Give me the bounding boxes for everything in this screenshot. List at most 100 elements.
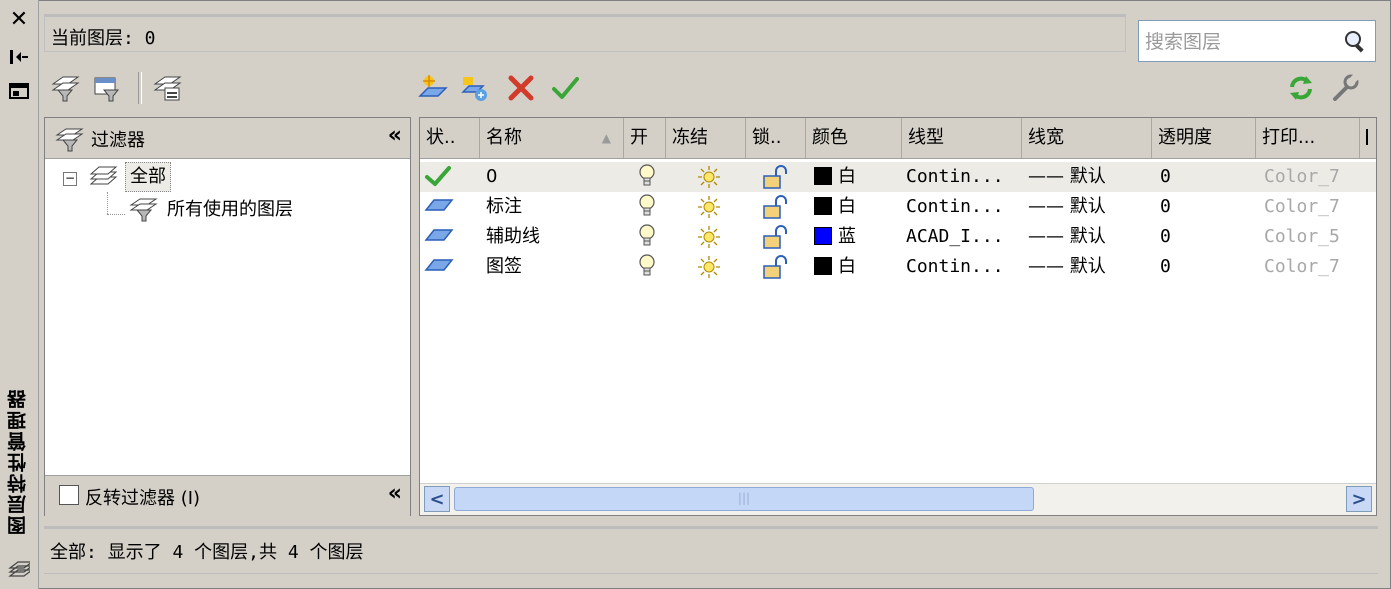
status-bar: 全部: 显示了 4 个图层,共 4 个图层 bbox=[44, 526, 1378, 574]
layer-name[interactable]: 图签 bbox=[486, 252, 522, 282]
tree-line bbox=[107, 192, 109, 214]
layer-lineweight[interactable]: —— 默认 bbox=[1028, 192, 1106, 222]
layer-status-icon[interactable] bbox=[424, 254, 454, 284]
search-placeholder: 搜索图层 bbox=[1145, 31, 1222, 53]
layer-row[interactable]: 图签 白 Contin... —— 默认 0 Color_7 bbox=[420, 252, 1376, 282]
lightbulb-on-icon[interactable] bbox=[638, 223, 656, 253]
layer-plot-style[interactable]: Color_5 bbox=[1264, 222, 1340, 252]
layer-row[interactable]: 0 白 Contin... —— 默认 0 Color_7 bbox=[420, 162, 1376, 192]
layer-states-manager-button[interactable] bbox=[150, 70, 184, 106]
column-plot-style[interactable]: 打印... bbox=[1256, 118, 1360, 158]
layer-transparency[interactable]: 0 bbox=[1160, 252, 1171, 282]
color-name: 白 bbox=[838, 256, 856, 277]
layer-linetype[interactable]: Contin... bbox=[906, 252, 1004, 282]
column-overflow[interactable] bbox=[1360, 118, 1376, 158]
invert-filter-label[interactable]: 反转过滤器 (I) bbox=[85, 484, 200, 510]
color-name: 白 bbox=[838, 196, 856, 217]
layer-linetype[interactable]: ACAD_I... bbox=[906, 222, 1004, 252]
new-layer-vp-frozen-icon[interactable] bbox=[458, 70, 492, 106]
layer-color[interactable]: 白 bbox=[814, 162, 856, 192]
color-swatch bbox=[814, 227, 832, 245]
tree-item-used-layers[interactable]: 所有使用的图层 bbox=[167, 196, 293, 224]
unlock-icon[interactable] bbox=[762, 254, 790, 284]
delete-layer-icon[interactable] bbox=[504, 70, 538, 106]
unlock-icon[interactable] bbox=[762, 194, 790, 224]
color-name: 蓝 bbox=[838, 226, 856, 247]
current-layer-check-icon[interactable] bbox=[424, 164, 452, 194]
invert-filter-checkbox[interactable] bbox=[59, 485, 79, 505]
sun-thawed-icon[interactable] bbox=[696, 164, 722, 194]
unlock-icon[interactable] bbox=[762, 224, 790, 254]
layer-status-icon[interactable] bbox=[424, 194, 454, 224]
color-swatch bbox=[814, 167, 832, 185]
search-icon[interactable] bbox=[1343, 29, 1367, 53]
sun-thawed-icon[interactable] bbox=[696, 194, 722, 224]
layer-row[interactable]: 标注 白 Contin... —— 默认 0 Color_7 bbox=[420, 192, 1376, 222]
layer-name[interactable]: 0 bbox=[486, 162, 497, 192]
collapse-filter-button[interactable]: « bbox=[388, 123, 402, 148]
window-title: 图层特性管理器 bbox=[7, 388, 29, 535]
lightbulb-on-icon[interactable] bbox=[638, 193, 656, 223]
layer-lineweight[interactable]: —— 默认 bbox=[1028, 222, 1106, 252]
column-transparency[interactable]: 透明度 bbox=[1152, 118, 1256, 158]
refresh-icon[interactable] bbox=[1284, 70, 1318, 106]
column-freeze[interactable]: 冻结 bbox=[666, 118, 746, 158]
scroll-thumb[interactable]: ||| bbox=[454, 487, 1034, 511]
color-swatch bbox=[814, 197, 832, 215]
current-layer-bar: 当前图层: 0 bbox=[44, 14, 1126, 52]
current-layer-label: 当前图层: 0 bbox=[51, 28, 156, 49]
layer-lineweight[interactable]: —— 默认 bbox=[1028, 162, 1106, 192]
lightbulb-on-icon[interactable] bbox=[638, 253, 656, 283]
column-on[interactable]: 开 bbox=[624, 118, 666, 158]
layer-linetype[interactable]: Contin... bbox=[906, 192, 1004, 222]
layer-transparency[interactable]: 0 bbox=[1160, 222, 1171, 252]
properties-icon[interactable] bbox=[8, 80, 30, 102]
column-name[interactable]: 名称 ▲ bbox=[480, 118, 624, 158]
layer-name[interactable]: 辅助线 bbox=[486, 222, 540, 252]
layer-color[interactable]: 蓝 bbox=[814, 222, 856, 252]
new-layer-icon[interactable] bbox=[416, 70, 450, 106]
layer-list-header: 状.. 名称 ▲ 开 冻结 锁.. 颜色 线型 线宽 透明度 打印... bbox=[420, 118, 1376, 159]
layer-row[interactable]: 辅助线 蓝 ACAD_I... —— 默认 0 Color_5 bbox=[420, 222, 1376, 252]
status-text: 全部: 显示了 4 个图层,共 4 个图层 bbox=[50, 542, 364, 563]
tree-line bbox=[107, 214, 125, 216]
close-icon[interactable]: ✕ bbox=[8, 7, 30, 32]
auto-hide-icon[interactable] bbox=[8, 46, 30, 68]
filter-icon bbox=[55, 126, 85, 157]
color-name: 白 bbox=[838, 166, 856, 187]
tree-collapse-toggle[interactable]: − bbox=[63, 172, 77, 186]
layer-lineweight[interactable]: —— 默认 bbox=[1028, 252, 1106, 282]
lightbulb-on-icon[interactable] bbox=[638, 163, 656, 193]
search-input[interactable]: 搜索图层 bbox=[1138, 20, 1376, 62]
layer-plot-style[interactable]: Color_7 bbox=[1264, 252, 1340, 282]
settings-wrench-icon[interactable] bbox=[1328, 70, 1362, 106]
column-lineweight[interactable]: 线宽 bbox=[1022, 118, 1152, 158]
layer-plot-style[interactable]: Color_7 bbox=[1264, 162, 1340, 192]
layer-transparency[interactable]: 0 bbox=[1160, 162, 1171, 192]
layer-status-icon[interactable] bbox=[424, 224, 454, 254]
column-color[interactable]: 颜色 bbox=[806, 118, 902, 158]
layer-color[interactable]: 白 bbox=[814, 252, 856, 282]
scroll-right-button[interactable]: > bbox=[1346, 486, 1372, 512]
new-property-filter-button[interactable] bbox=[48, 70, 82, 106]
column-status[interactable]: 状.. bbox=[420, 118, 480, 158]
column-linetype[interactable]: 线型 bbox=[902, 118, 1022, 158]
layer-linetype[interactable]: Contin... bbox=[906, 162, 1004, 192]
tree-item-all[interactable]: 全部 bbox=[125, 162, 171, 192]
collapse-filter-button-bottom[interactable]: « bbox=[388, 481, 402, 506]
layer-name[interactable]: 标注 bbox=[486, 192, 522, 222]
column-lock[interactable]: 锁.. bbox=[746, 118, 806, 158]
scroll-left-button[interactable]: < bbox=[424, 486, 450, 512]
layer-color[interactable]: 白 bbox=[814, 192, 856, 222]
horizontal-scrollbar[interactable]: < ||| > bbox=[420, 483, 1376, 515]
layer-transparency[interactable]: 0 bbox=[1160, 192, 1171, 222]
layer-plot-style[interactable]: Color_7 bbox=[1264, 192, 1340, 222]
sort-ascending-icon: ▲ bbox=[601, 131, 611, 145]
sun-thawed-icon[interactable] bbox=[696, 254, 722, 284]
sun-thawed-icon[interactable] bbox=[696, 224, 722, 254]
title-strip: ✕ 图层特性管理器 bbox=[0, 0, 39, 589]
filter-panel-title: 过滤器 bbox=[91, 130, 145, 151]
new-group-filter-button[interactable] bbox=[90, 70, 124, 106]
set-current-icon[interactable] bbox=[548, 70, 582, 106]
unlock-icon[interactable] bbox=[762, 164, 790, 194]
